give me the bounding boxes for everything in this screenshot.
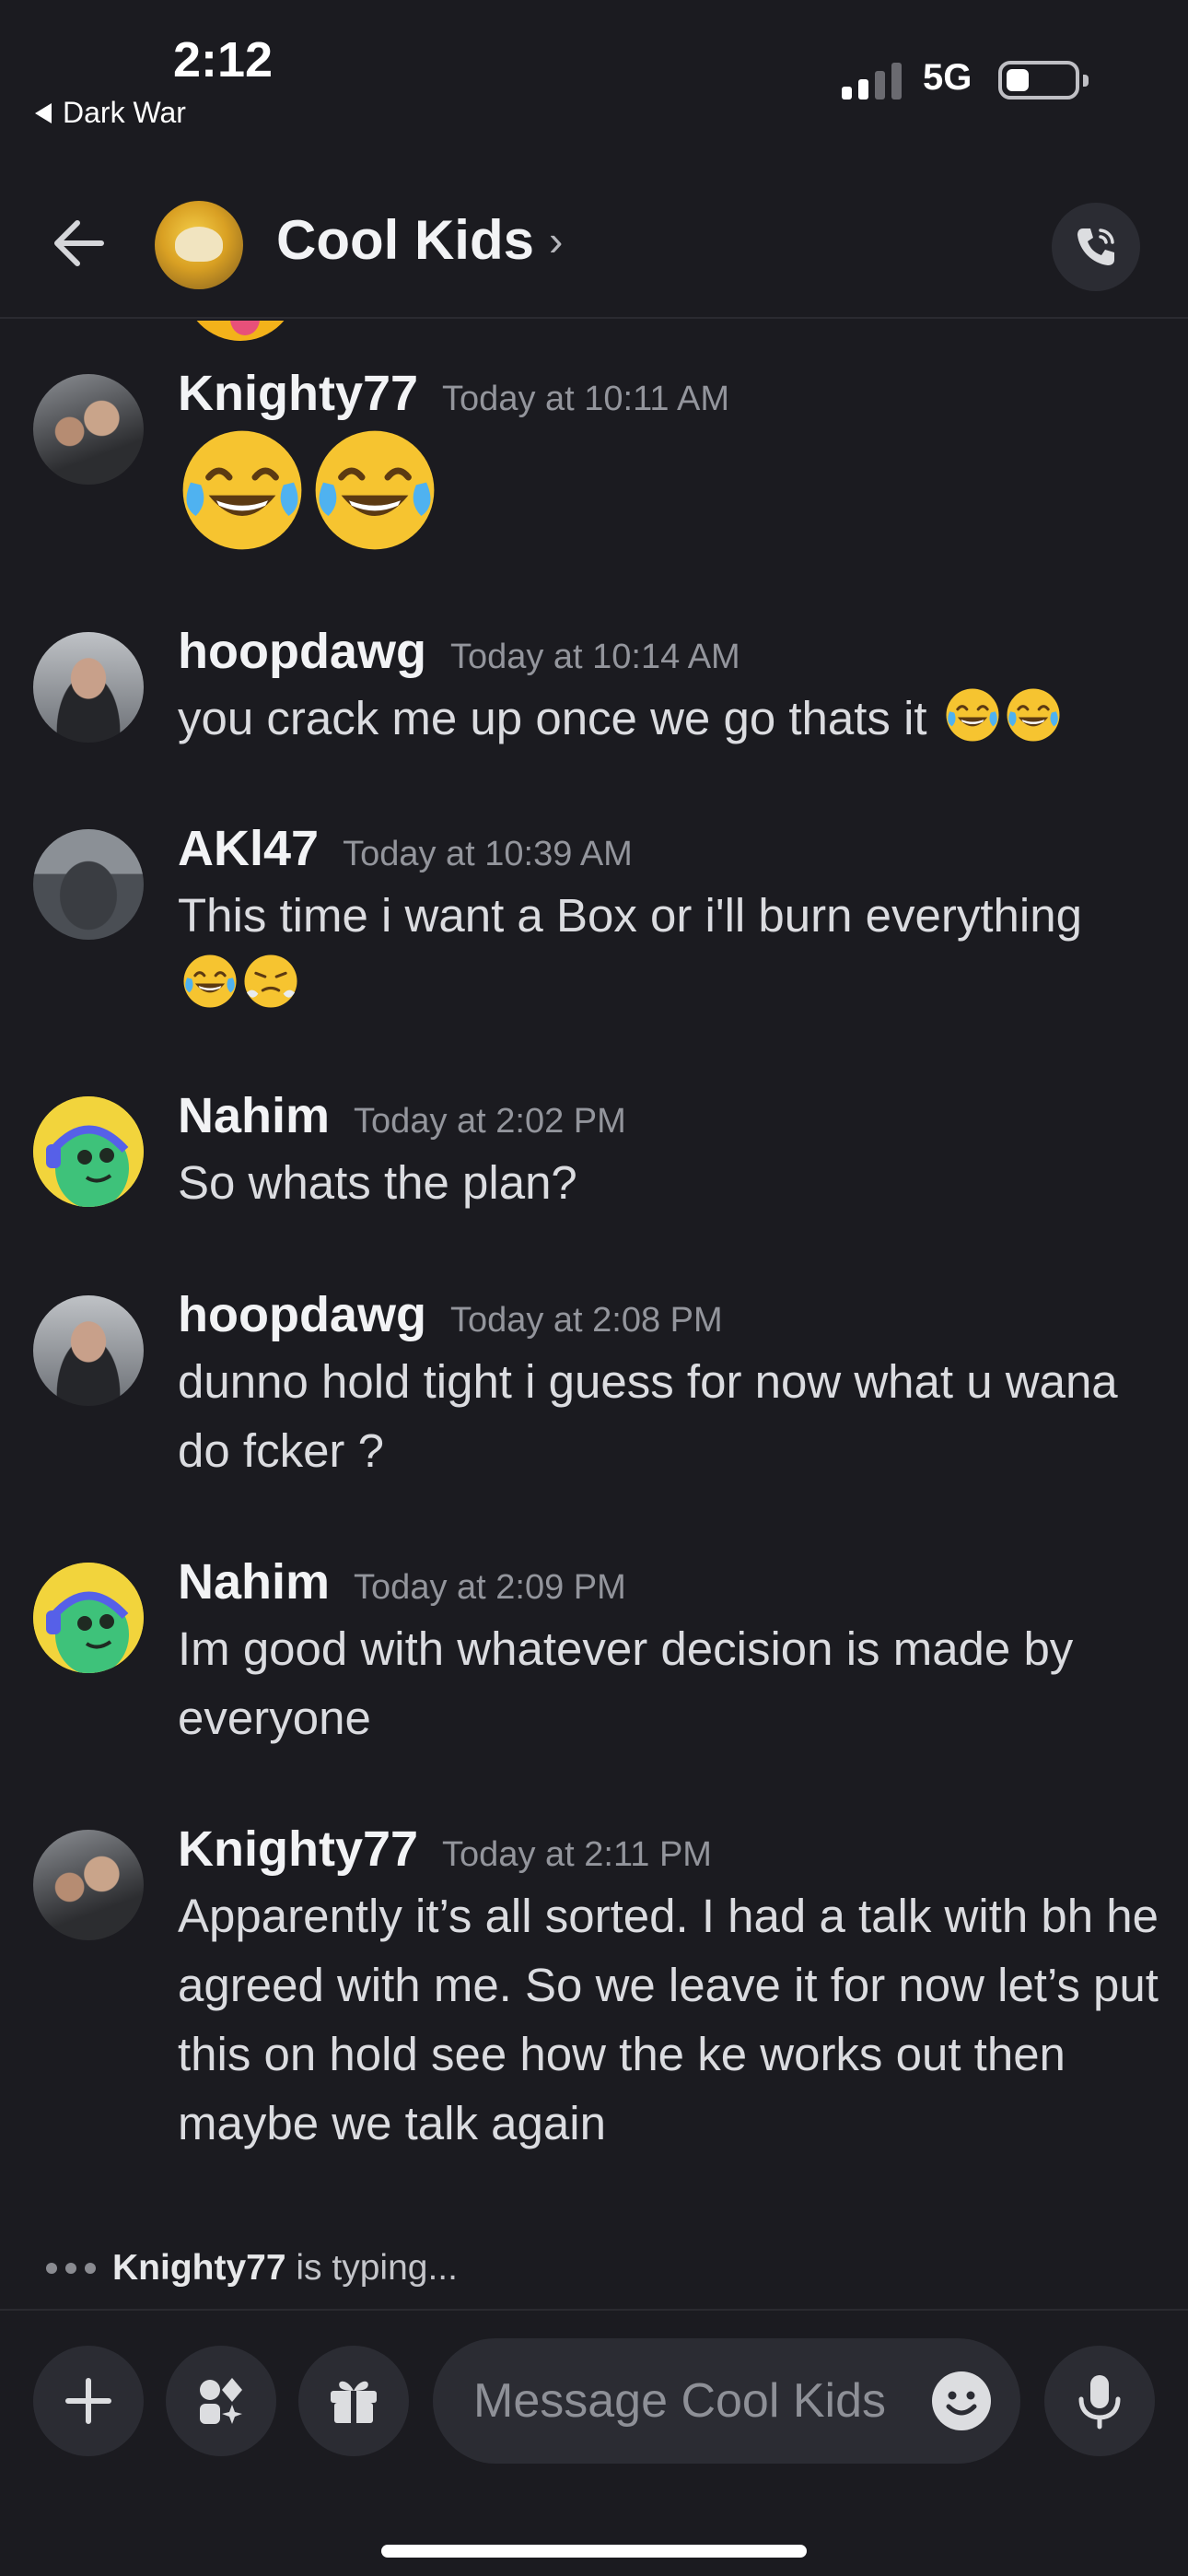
triumph-emoji-icon — [244, 954, 297, 1008]
message-emoji — [927, 688, 1062, 744]
user-avatar[interactable] — [33, 1295, 144, 1406]
back-triangle-icon — [35, 102, 52, 123]
attach-button[interactable] — [33, 2346, 144, 2456]
back-to-app-link[interactable]: Dark War — [35, 96, 186, 130]
typing-user: Knighty77 — [112, 2248, 286, 2288]
typing-indicator: Knighty77 is typing... — [46, 2248, 458, 2289]
message-username[interactable]: Nahim — [178, 1553, 330, 1610]
channel-avatar[interactable] — [155, 201, 243, 289]
network-label: 5G — [923, 57, 973, 98]
joy-emoji-icon — [183, 954, 237, 1008]
message-timestamp: Today at 2:02 PM — [354, 1102, 626, 1141]
user-avatar[interactable] — [33, 374, 144, 485]
back-arrow-icon[interactable] — [46, 210, 112, 276]
message-username[interactable]: Knighty77 — [178, 365, 418, 422]
channel-header: Cool Kids › — [0, 184, 1188, 319]
message-timestamp: Today at 2:09 PM — [354, 1568, 626, 1607]
signal-icon — [842, 61, 902, 100]
message-text: you crack me up once we go thats it — [178, 692, 927, 744]
message-body: Im good with whatever decision is made b… — [178, 1614, 1163, 1752]
message-text: Apparently it’s all sorted. I had a talk… — [178, 1890, 1172, 2149]
microphone-icon — [1078, 2375, 1121, 2430]
plus-icon — [65, 2378, 111, 2424]
voice-call-button[interactable] — [1052, 203, 1140, 291]
gift-icon — [331, 2381, 377, 2423]
message-username[interactable]: AKl47 — [178, 820, 319, 877]
message-username[interactable]: hoopdawg — [178, 1286, 426, 1343]
chevron-right-icon: › — [549, 216, 564, 264]
message-timestamp: Today at 10:11 AM — [442, 380, 729, 418]
nahim-avatar-art — [33, 1563, 144, 1673]
message-body: This time i want a Box or i'll burn ever… — [178, 881, 1163, 1019]
channel-title-button[interactable]: Cool Kids › — [276, 208, 563, 272]
joy-emoji-icon — [1007, 688, 1060, 742]
voice-message-button[interactable] — [1044, 2346, 1155, 2456]
typing-suffix: is typing... — [296, 2248, 458, 2288]
apps-button[interactable] — [166, 2346, 276, 2456]
user-avatar[interactable] — [33, 1563, 144, 1673]
message-emoji — [178, 430, 443, 565]
message-input[interactable] — [472, 2338, 904, 2464]
message-timestamp: Today at 10:14 AM — [449, 638, 740, 676]
battery-icon — [998, 61, 1089, 100]
home-indicator[interactable] — [381, 2545, 807, 2558]
joy-emoji-icon — [946, 688, 999, 742]
apps-icon — [200, 2378, 242, 2424]
message-text: This time i want a Box or i'll burn ever… — [178, 889, 1082, 942]
message-text: Im good with whatever decision is made b… — [178, 1622, 1087, 1744]
message-body: dunno hold tight i guess for now what u … — [178, 1347, 1163, 1485]
emoji-icon[interactable] — [930, 2370, 993, 2432]
nahim-avatar-art — [33, 1096, 144, 1207]
message-input-wrapper — [433, 2338, 1020, 2464]
channel-title: Cool Kids — [276, 209, 534, 271]
status-time: 2:12 — [173, 32, 274, 88]
tongue-emoji-partial — [196, 321, 285, 341]
message-body: So whats the plan? — [178, 1148, 1163, 1217]
message-timestamp: Today at 10:39 AM — [343, 835, 633, 873]
phone-call-icon — [1077, 228, 1114, 265]
message-list[interactable]: Knighty77 Today at 10:11 AM hoopdawg Today … — [0, 321, 1188, 2266]
message-emoji — [178, 954, 299, 1011]
user-avatar[interactable] — [33, 1096, 144, 1207]
message-username[interactable]: Knighty77 — [178, 1821, 418, 1878]
message-text: So whats the plan? — [178, 1156, 577, 1209]
message-body: Apparently it’s all sorted. I had a talk… — [178, 1881, 1163, 2158]
message-text: dunno hold tight i guess for now what u … — [178, 1355, 1131, 1477]
message-username[interactable]: hoopdawg — [178, 623, 426, 680]
message-composer — [0, 2309, 1188, 2576]
message-body: you crack me up once we go thats it — [178, 684, 1163, 753]
gift-button[interactable] — [298, 2346, 409, 2456]
message-body — [178, 426, 1163, 573]
user-avatar[interactable] — [33, 632, 144, 743]
joy-emoji-icon — [182, 430, 302, 550]
user-avatar[interactable] — [33, 829, 144, 940]
message-timestamp: Today at 2:11 PM — [442, 1835, 712, 1874]
message-timestamp: Today at 2:08 PM — [449, 1301, 723, 1340]
status-bar: 2:12 Dark War 5G — [0, 0, 1188, 157]
joy-emoji-icon — [315, 430, 435, 550]
user-avatar[interactable] — [33, 1830, 144, 1940]
back-app-label: Dark War — [63, 96, 186, 129]
message-username[interactable]: Nahim — [178, 1087, 330, 1144]
typing-dots-icon — [46, 2263, 96, 2274]
